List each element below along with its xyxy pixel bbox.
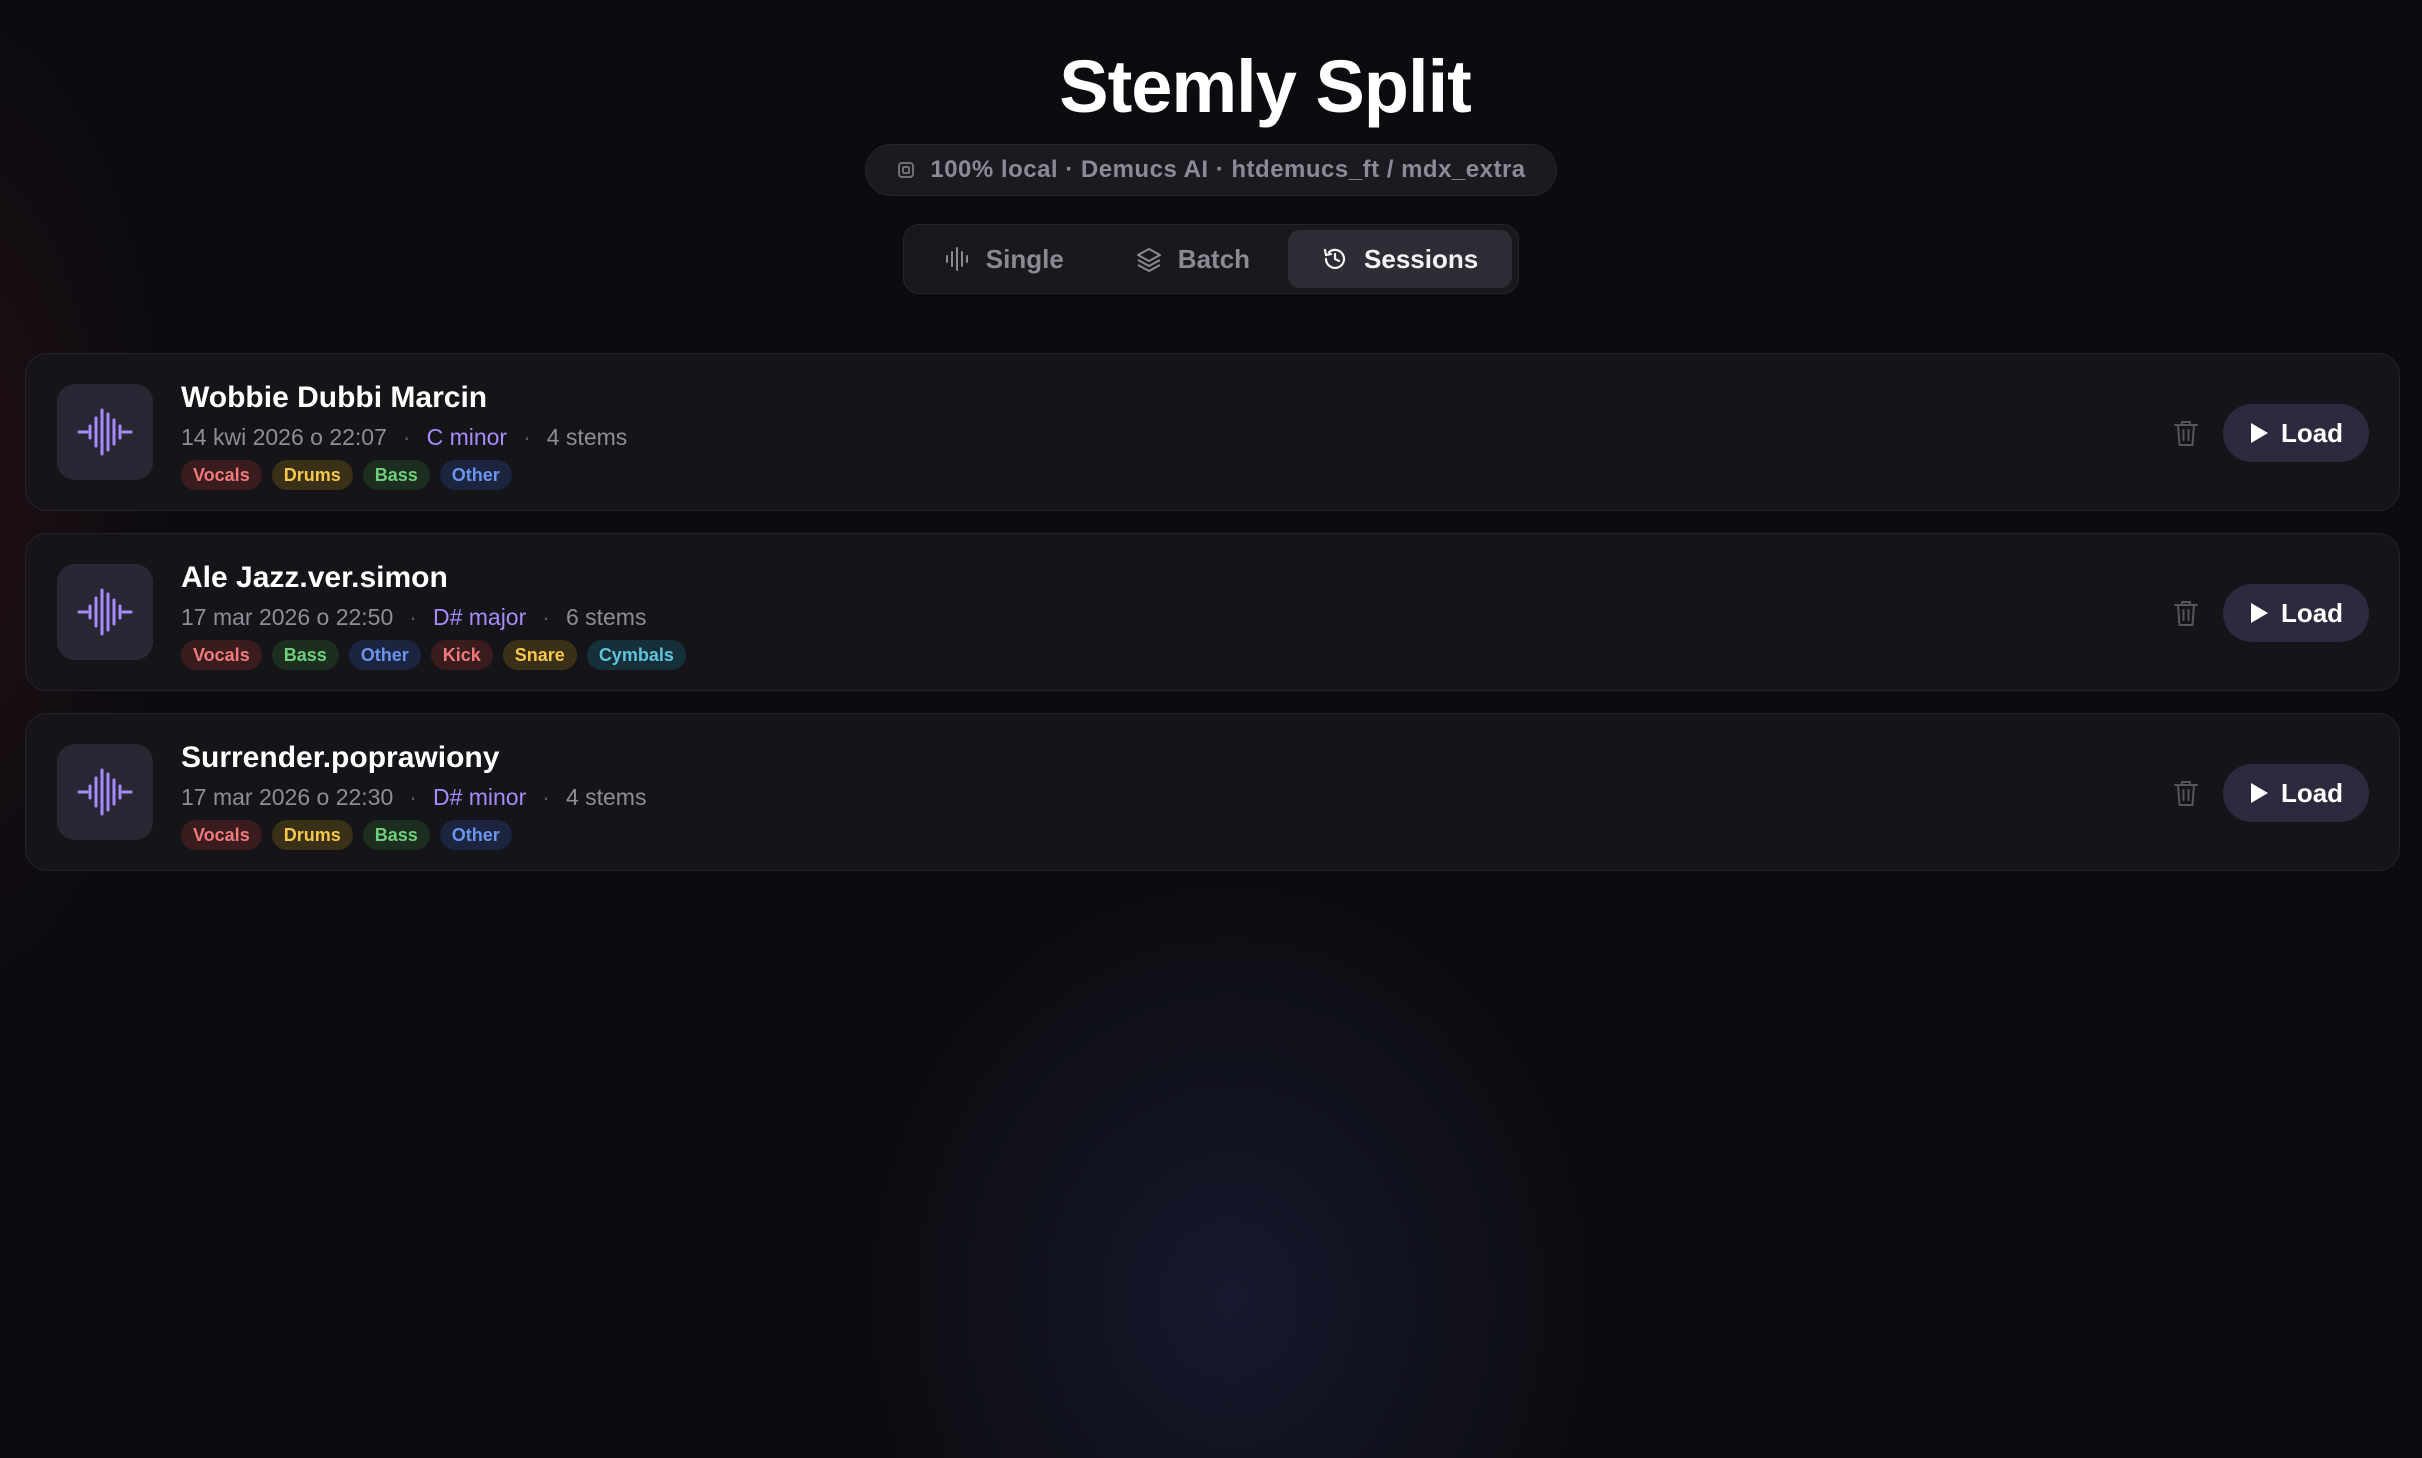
stem-tag: Snare <box>502 640 577 670</box>
session-info: Ale Jazz.ver.simon 17 mar 2026 o 22:50 ·… <box>181 558 686 670</box>
session-card: Ale Jazz.ver.simon 17 mar 2026 o 22:50 ·… <box>25 533 2400 691</box>
tab-single[interactable]: Single <box>910 230 1098 288</box>
play-icon <box>2250 603 2268 623</box>
session-title: Ale Jazz.ver.simon <box>181 561 448 594</box>
separator-dot: · <box>542 784 550 810</box>
session-meta: 17 mar 2026 o 22:50 · D# major · 6 stems <box>181 600 686 634</box>
trash-icon <box>2174 781 2198 806</box>
session-date: 17 mar 2026 o 22:50 <box>181 604 394 630</box>
stem-tag: Other <box>348 640 421 670</box>
mode-tabs: Single Batch Sessions <box>902 224 1520 294</box>
delete-session-button[interactable] <box>2169 776 2203 810</box>
session-stems-count: 4 stems <box>565 784 647 810</box>
separator-dot: · <box>402 424 411 450</box>
tab-batch[interactable]: Batch <box>1102 230 1284 288</box>
stem-tag: Cymbals <box>586 640 686 670</box>
waveform-icon <box>77 588 133 636</box>
stem-tag: Drums <box>271 820 353 850</box>
waveform-icon <box>945 247 968 271</box>
session-card: Surrender.poprawiony 17 mar 2026 o 22:30… <box>25 713 2400 871</box>
tab-sessions[interactable]: Sessions <box>1288 230 1513 288</box>
session-key: D# minor <box>432 784 527 810</box>
engine-badge-text: 100% local · Demucs AI · htdemucs_ft / m… <box>930 156 1526 183</box>
stem-tags: Vocals Drums Bass Other <box>181 820 646 850</box>
session-thumbnail <box>57 564 153 660</box>
play-icon <box>2250 783 2268 803</box>
stem-tag: Bass <box>362 820 430 850</box>
session-card: Wobbie Dubbi Marcin 14 kwi 2026 o 22:07 … <box>25 353 2400 511</box>
stem-tag: Bass <box>271 640 339 670</box>
stem-tags: Vocals Bass Other Kick Snare Cymbals <box>181 640 686 670</box>
separator-dot: · <box>523 424 531 450</box>
session-info: Surrender.poprawiony 17 mar 2026 o 22:30… <box>181 738 646 850</box>
stem-tag: Drums <box>271 460 353 490</box>
separator-dot: · <box>542 604 550 630</box>
stem-tag: Kick <box>430 640 493 670</box>
engine-badge: 100% local · Demucs AI · htdemucs_ft / m… <box>865 144 1557 196</box>
stem-tag: Bass <box>362 460 430 490</box>
session-date: 14 kwi 2026 o 22:07 <box>181 424 387 450</box>
load-button-label: Load <box>2280 777 2344 808</box>
load-button-label: Load <box>2280 597 2344 628</box>
play-icon <box>2250 423 2268 443</box>
stem-tag: Vocals <box>181 820 262 850</box>
session-info: Wobbie Dubbi Marcin 14 kwi 2026 o 22:07 … <box>181 378 627 490</box>
load-session-button[interactable]: Load <box>2223 764 2369 822</box>
separator-dot: · <box>409 604 417 630</box>
waveform-icon <box>77 768 133 816</box>
session-thumbnail <box>57 384 153 480</box>
tab-single-label: Single <box>985 243 1064 274</box>
stem-tag: Vocals <box>181 640 262 670</box>
session-title: Wobbie Dubbi Marcin <box>181 381 488 414</box>
brand: Stemly Split <box>951 40 1472 132</box>
session-meta: 17 mar 2026 o 22:30 · D# minor · 4 stems <box>181 780 646 814</box>
session-key: D# major <box>432 604 527 630</box>
load-session-button[interactable]: Load <box>2223 584 2369 642</box>
history-icon <box>1323 248 1346 269</box>
tab-sessions-label: Sessions <box>1364 243 1479 274</box>
stem-tag: Vocals <box>181 460 262 490</box>
layers-icon <box>1136 248 1161 272</box>
sessions-list: Wobbie Dubbi Marcin 14 kwi 2026 o 22:07 … <box>25 353 2400 871</box>
session-key: C minor <box>426 424 508 450</box>
waveform-icon <box>77 408 133 456</box>
session-stems-count: 6 stems <box>565 604 647 630</box>
session-meta: 14 kwi 2026 o 22:07 · C minor · 4 stems <box>181 420 627 454</box>
stem-tags: Vocals Drums Bass Other <box>181 460 627 490</box>
load-button-label: Load <box>2280 417 2344 448</box>
load-session-button[interactable]: Load <box>2223 404 2369 462</box>
stem-tag: Other <box>439 460 512 490</box>
app-title: Stemly Split <box>1059 44 1472 128</box>
session-date: 17 mar 2026 o 22:30 <box>181 784 394 810</box>
trash-icon <box>2174 421 2198 446</box>
header: Stemly Split 100% local · Demucs AI · ht… <box>0 0 2422 294</box>
delete-session-button[interactable] <box>2169 596 2203 630</box>
chip-icon <box>898 162 915 178</box>
tab-batch-label: Batch <box>1177 243 1251 274</box>
trash-icon <box>2174 601 2198 626</box>
waveform-logo-icon <box>952 49 1035 123</box>
session-title: Surrender.poprawiony <box>181 741 500 774</box>
separator-dot: · <box>409 784 417 810</box>
session-thumbnail <box>57 744 153 840</box>
stem-tag: Other <box>439 820 512 850</box>
session-stems-count: 4 stems <box>546 424 628 450</box>
delete-session-button[interactable] <box>2169 416 2203 450</box>
